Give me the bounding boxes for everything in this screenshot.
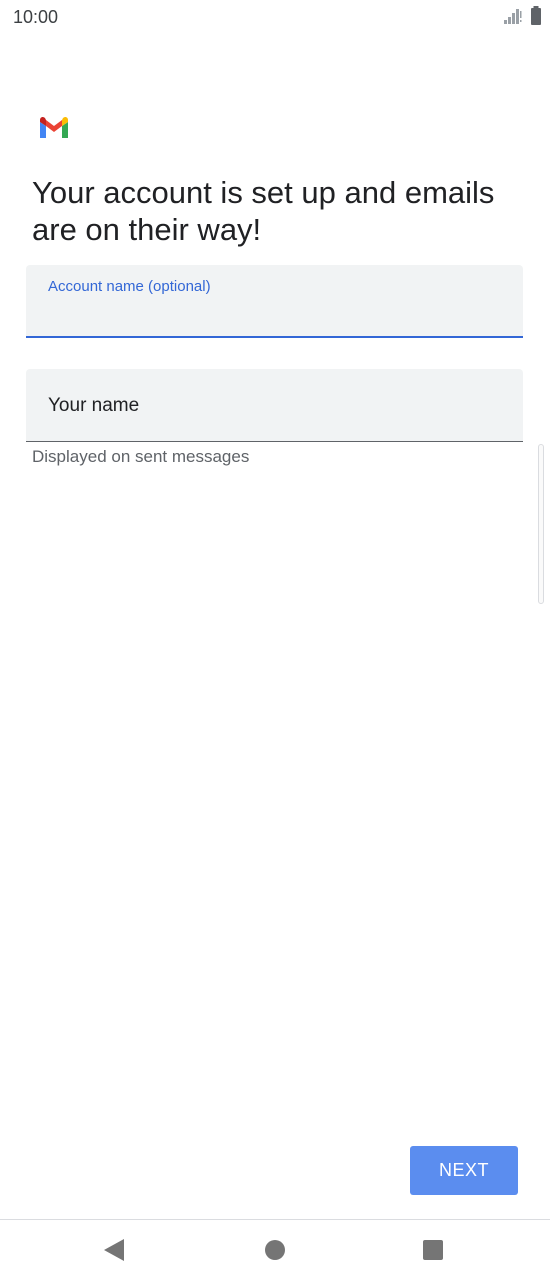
next-button[interactable]: NEXT xyxy=(410,1146,518,1195)
status-icons xyxy=(502,6,542,31)
account-name-label: Account name (optional) xyxy=(48,278,211,295)
page-title: Your account is set up and emails are on… xyxy=(32,175,495,247)
account-name-input[interactable] xyxy=(48,305,498,327)
gmail-setup-screen: 10:00 Your account is set up and emails … xyxy=(0,0,550,1283)
account-name-field[interactable]: Account name (optional) xyxy=(26,265,523,338)
scrollbar[interactable] xyxy=(538,444,544,604)
your-name-helper-text: Displayed on sent messages xyxy=(32,447,250,466)
status-bar: 10:00 xyxy=(0,0,550,36)
home-icon[interactable] xyxy=(265,1240,285,1260)
gmail-logo xyxy=(38,116,70,140)
back-icon[interactable] xyxy=(104,1239,124,1261)
navigation-bar xyxy=(0,1220,550,1283)
signal-icon xyxy=(502,7,522,30)
your-name-field[interactable]: Your name xyxy=(26,369,523,442)
status-time: 10:00 xyxy=(13,7,59,27)
battery-icon xyxy=(530,6,542,31)
recents-icon[interactable] xyxy=(423,1240,443,1260)
your-name-placeholder: Your name xyxy=(48,395,140,416)
